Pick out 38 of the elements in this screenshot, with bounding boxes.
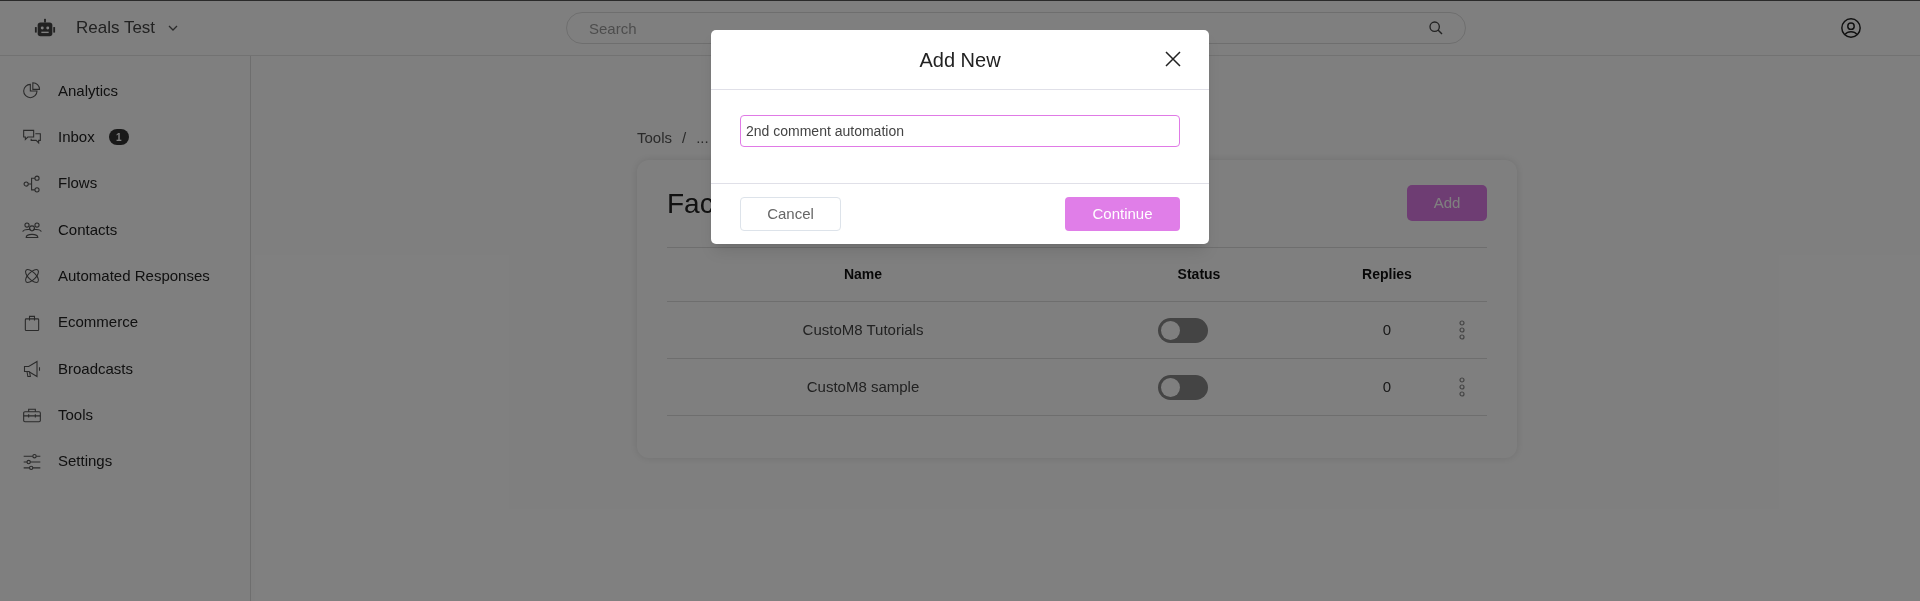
table-cell-text: 0 [1381,376,1393,397]
continue-button[interactable]: Continue [1065,197,1180,231]
flow-icon [22,173,42,194]
status-toggle[interactable] [1158,317,1208,343]
breadcrumb-separator: / [682,127,687,148]
megaphone-icon [22,358,42,379]
user-avatar-icon[interactable] [1840,17,1862,39]
table-cell-text: CustoM8 sample [805,376,921,397]
column-header: Replies [1361,265,1413,284]
column-header: Status [1176,265,1222,284]
count-badge: 1 [108,129,129,146]
column-header: Name [842,265,884,284]
sliders-icon [22,451,42,472]
sidebar-item[interactable]: Settings [58,450,113,473]
table-cell-text: 0 [1381,319,1393,340]
name-input[interactable]: 2nd comment automation [740,115,1180,147]
workspace-selector[interactable]: Reals Test [76,15,180,41]
robot-icon [34,17,56,39]
sidebar-item[interactable]: Broadcasts [58,357,134,381]
sidebar-item[interactable]: Contacts [58,218,118,242]
page-title: Fac [667,187,714,221]
status-toggle[interactable] [1158,374,1208,400]
sidebar-item[interactable]: Automated Responses [58,265,210,288]
sidebar-item[interactable]: Ecommerce [58,311,139,334]
search-icon [1428,20,1444,36]
table-cell-text: CustoM8 Tutorials [801,319,925,340]
people-icon [22,220,42,241]
kebab-menu-icon[interactable] [1459,320,1465,340]
sidebar-item[interactable]: Analytics [58,79,119,103]
dialog-title: Add New [919,47,1001,73]
cancel-button[interactable]: Cancel [740,197,841,231]
kebab-menu-icon[interactable] [1459,377,1465,397]
breadcrumb-link[interactable]: ... [696,126,709,150]
sidebar-item[interactable]: Inbox [58,126,95,149]
sidebar-item[interactable]: Tools [58,403,94,427]
sidebar-item[interactable]: Flows [58,172,98,195]
breadcrumb-link[interactable]: Tools [637,126,673,150]
close-icon[interactable] [1164,50,1182,68]
